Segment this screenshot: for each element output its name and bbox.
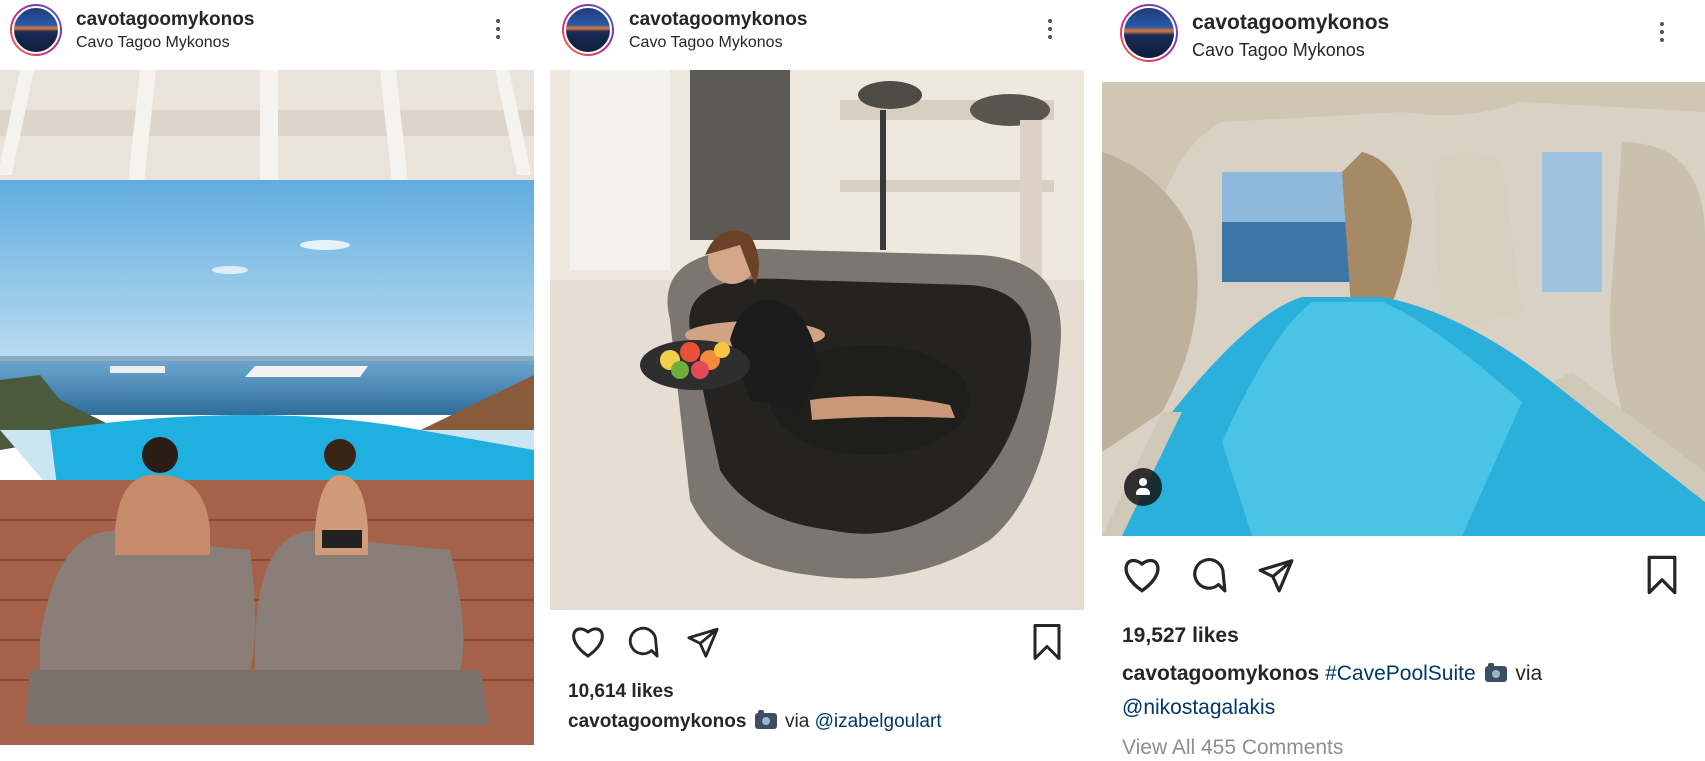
photo-cave-pool xyxy=(1102,82,1705,536)
likes-count[interactable]: 10,614 likes xyxy=(568,681,674,703)
caption-username[interactable]: cavotagoomykonos xyxy=(1122,662,1319,685)
camera-emoji-icon xyxy=(754,710,777,729)
post-location[interactable]: Cavo Tagoo Mykonos xyxy=(629,34,783,52)
post-username[interactable]: cavotagoomykonos xyxy=(76,9,254,31)
share-icon[interactable] xyxy=(1256,556,1296,594)
post-username[interactable]: cavotagoomykonos xyxy=(629,9,807,31)
caption-username[interactable]: cavotagoomykonos xyxy=(568,711,746,732)
comment-icon[interactable] xyxy=(626,625,660,659)
profile-avatar[interactable] xyxy=(1120,4,1178,62)
camera-emoji-icon xyxy=(1484,663,1507,682)
photo-stone-bathtub xyxy=(550,70,1084,610)
user-tag-icon[interactable] xyxy=(1124,468,1162,506)
post-photo[interactable] xyxy=(0,70,534,745)
post-location[interactable]: Cavo Tagoo Mykonos xyxy=(1192,40,1365,61)
post-actions xyxy=(1102,555,1705,599)
heart-icon[interactable] xyxy=(570,624,606,658)
photo-poolside-couple xyxy=(0,70,534,745)
likes-count[interactable]: 19,527 likes xyxy=(1122,624,1239,648)
post-header: cavotagoomykonos Cavo Tagoo Mykonos xyxy=(1102,0,1705,64)
post-location[interactable]: Cavo Tagoo Mykonos xyxy=(76,34,230,52)
post-actions xyxy=(550,624,1086,668)
post-caption: cavotagoomykonos #CavePoolSuite via @nik… xyxy=(1122,657,1692,725)
profile-avatar[interactable] xyxy=(10,4,62,56)
bookmark-icon[interactable] xyxy=(1032,624,1062,660)
post-caption: cavotagoomykonos via @izabelgoulart xyxy=(568,706,1078,738)
more-options-icon[interactable] xyxy=(1046,19,1054,43)
comment-icon[interactable] xyxy=(1190,556,1228,594)
caption-mention[interactable]: @izabelgoulart xyxy=(815,711,942,732)
caption-hashtag[interactable]: #CavePoolSuite xyxy=(1325,662,1476,685)
post-2: cavotagoomykonos Cavo Tagoo Mykonos 10,6… xyxy=(550,0,1086,761)
caption-text: via xyxy=(1515,662,1543,685)
post-header: cavotagoomykonos Cavo Tagoo Mykonos xyxy=(0,0,534,64)
profile-avatar[interactable] xyxy=(562,4,614,56)
view-comments-link[interactable]: View All 455 Comments xyxy=(1122,736,1343,760)
caption-text: via xyxy=(785,711,810,732)
share-icon[interactable] xyxy=(685,625,721,659)
post-header: cavotagoomykonos Cavo Tagoo Mykonos xyxy=(550,0,1086,64)
post-username[interactable]: cavotagoomykonos xyxy=(1192,11,1389,35)
post-1: cavotagoomykonos Cavo Tagoo Mykonos xyxy=(0,0,534,761)
post-photo[interactable] xyxy=(1102,82,1705,536)
heart-icon[interactable] xyxy=(1122,555,1162,593)
post-photo[interactable] xyxy=(550,70,1084,610)
post-3: cavotagoomykonos Cavo Tagoo Mykonos 19,5… xyxy=(1102,0,1705,761)
bookmark-icon[interactable] xyxy=(1646,555,1678,595)
more-options-icon[interactable] xyxy=(494,19,502,43)
more-options-icon[interactable] xyxy=(1658,22,1666,46)
caption-mention[interactable]: @nikostagalakis xyxy=(1122,696,1275,719)
